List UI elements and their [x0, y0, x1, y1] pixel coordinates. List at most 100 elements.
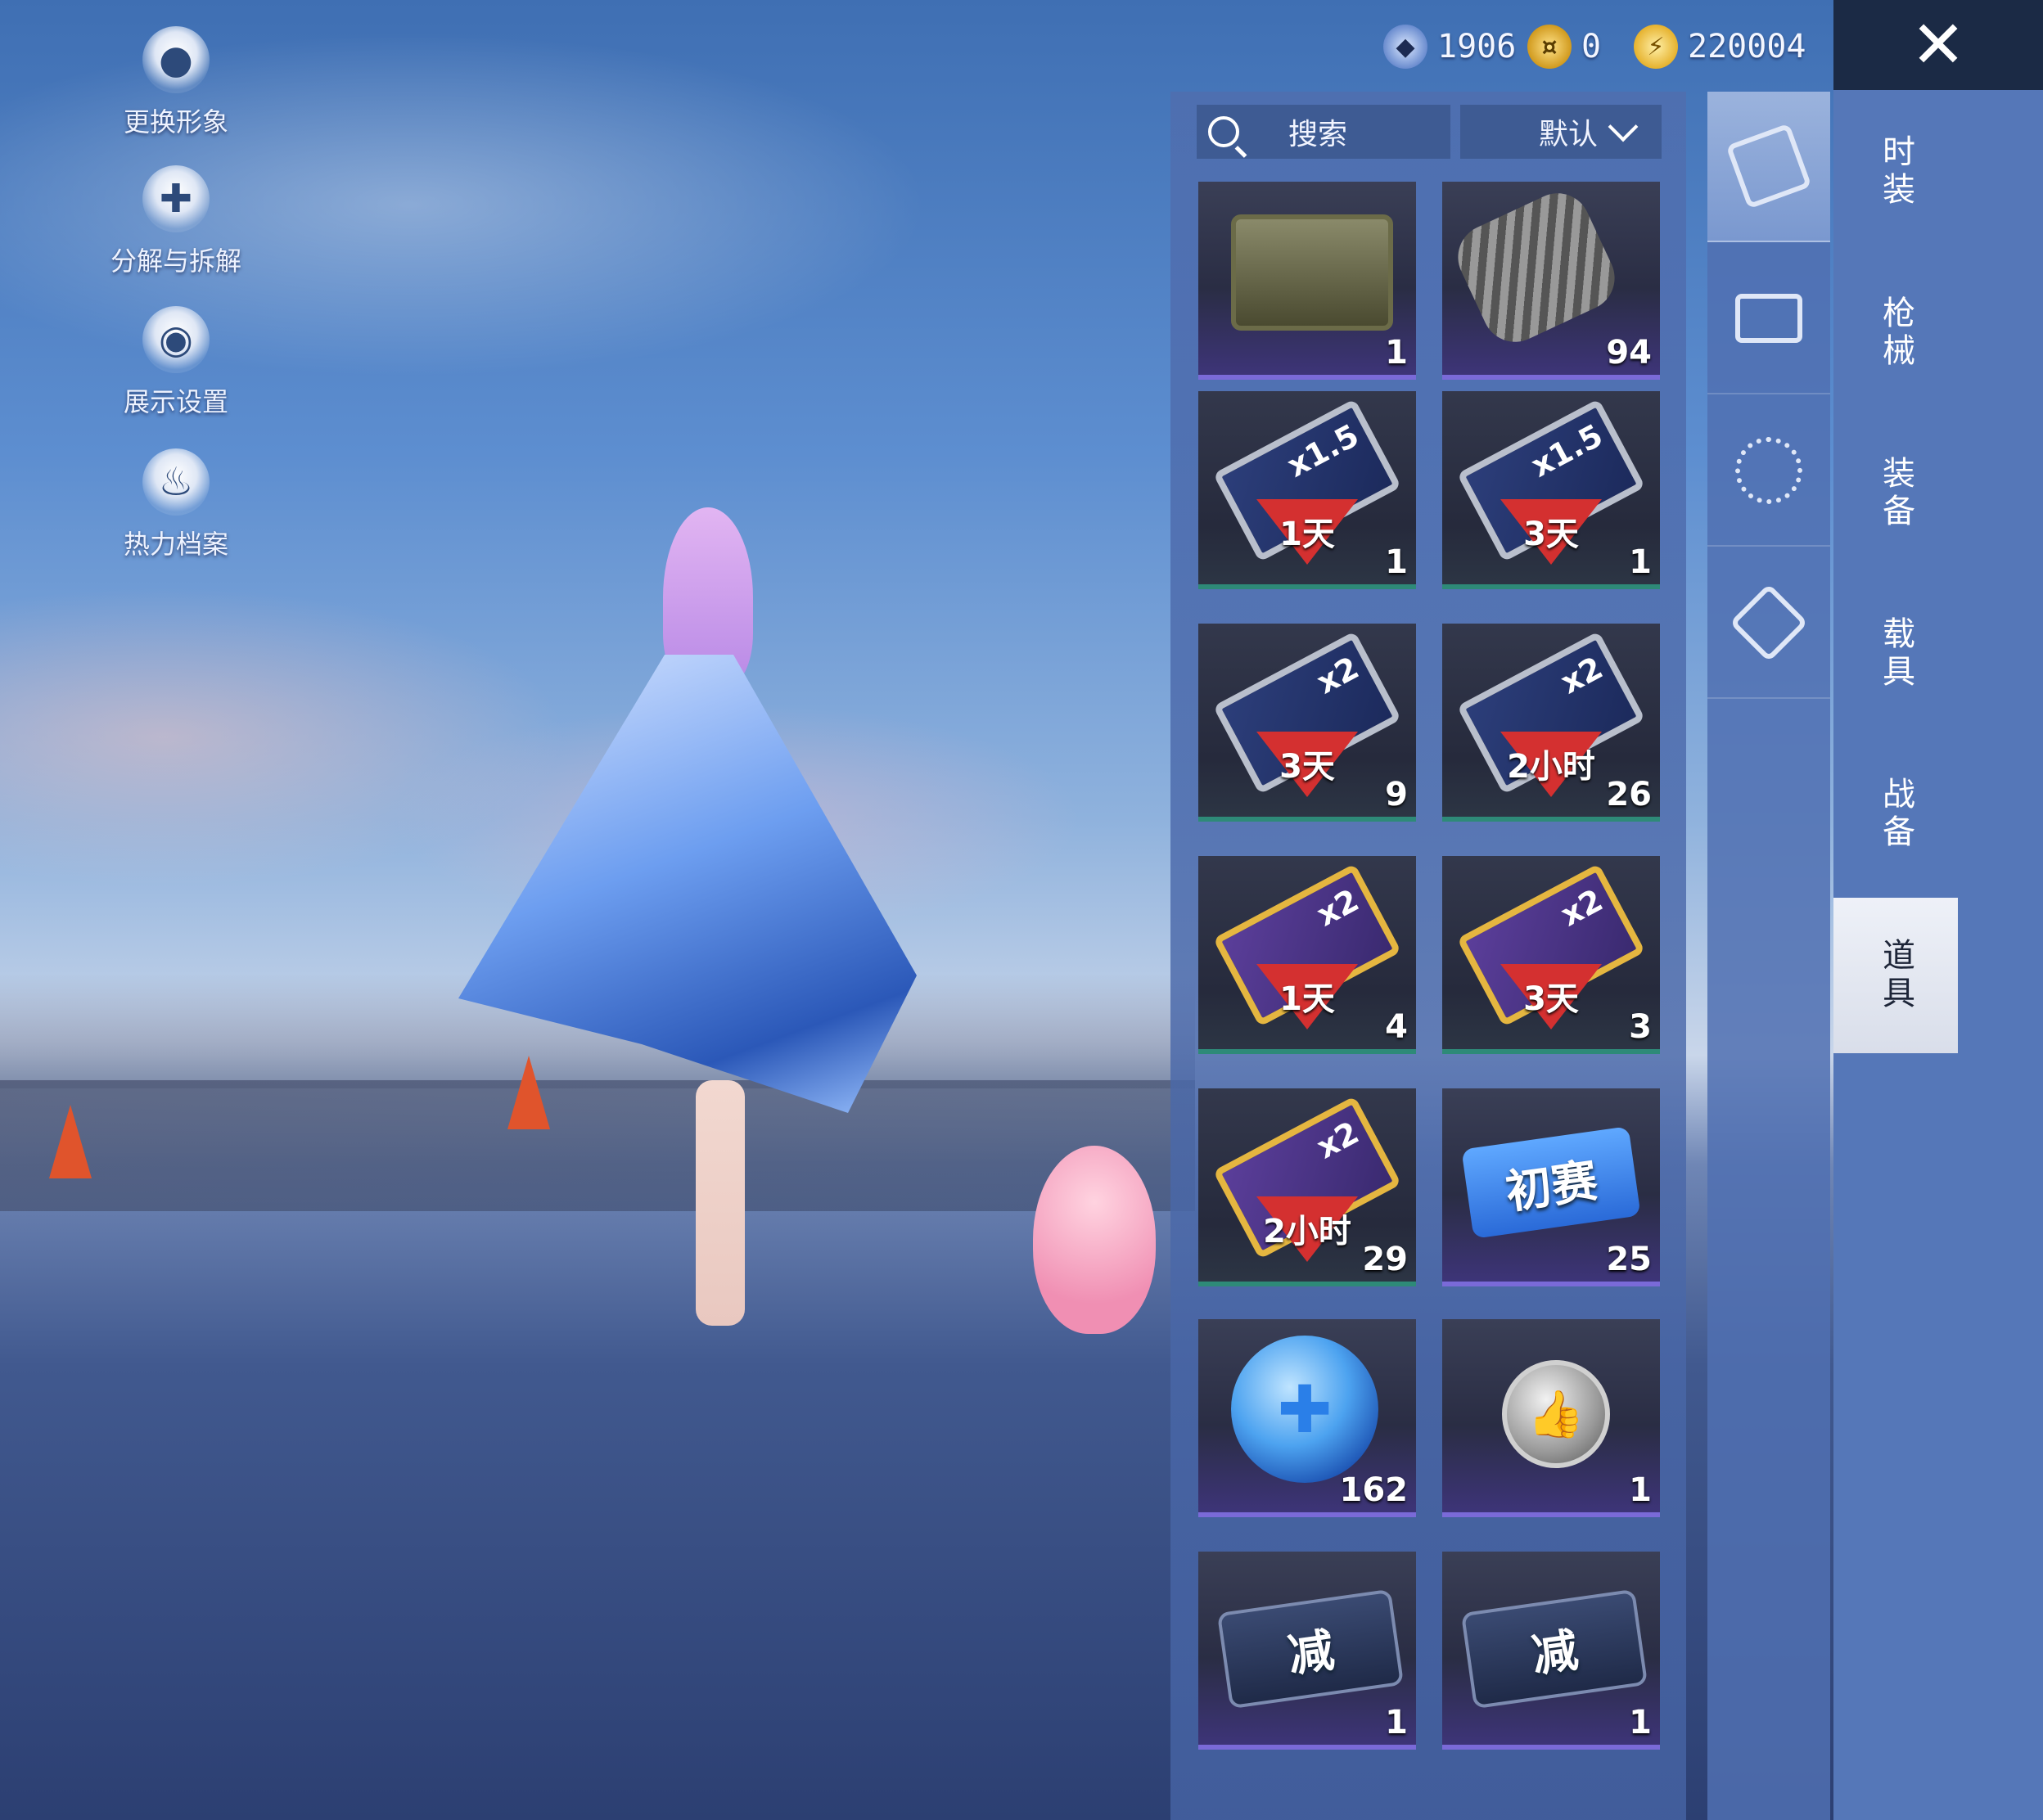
- item-count: 1: [1629, 543, 1652, 581]
- item-count: 29: [1362, 1241, 1408, 1278]
- tab-label: 时装: [1877, 134, 1914, 209]
- item-count: 25: [1606, 1241, 1652, 1278]
- category-firework[interactable]: [1707, 396, 1830, 547]
- multiplier: x2: [1554, 649, 1609, 701]
- tab-combat-prep[interactable]: 战备: [1833, 737, 1958, 892]
- inventory-item-coin-card[interactable]: x2 3天 3: [1442, 856, 1660, 1054]
- tab-label: 战备: [1877, 777, 1914, 852]
- tab-weapons[interactable]: 枪械: [1833, 255, 1958, 411]
- sort-dropdown[interactable]: 默认: [1460, 105, 1662, 159]
- side-menu-label: 更换形象: [123, 106, 228, 137]
- chest-icon: [1735, 294, 1802, 343]
- multiplier: x2: [1310, 881, 1365, 934]
- inventory-item-spring[interactable]: 94: [1442, 182, 1660, 380]
- traffic-cone-left: [49, 1105, 92, 1178]
- category-chest[interactable]: [1707, 244, 1830, 394]
- close-button[interactable]: ✕: [1833, 0, 2043, 90]
- tab-vehicles[interactable]: 载具: [1833, 576, 1958, 732]
- multiplier: x2: [1554, 881, 1609, 934]
- duration-label: 3天: [1279, 747, 1335, 786]
- eye-icon: ◉: [142, 306, 210, 373]
- inventory-item-coin-card[interactable]: x2 1天 4: [1198, 856, 1416, 1054]
- player-character[interactable]: [458, 491, 917, 1342]
- inventory-item-ticket[interactable]: 初赛 25: [1442, 1088, 1660, 1286]
- item-count: 3: [1629, 1008, 1652, 1046]
- multiplier: x1.5: [1281, 417, 1365, 484]
- change-appearance-button[interactable]: ● 更换形象: [90, 26, 262, 139]
- side-menu-label: 分解与拆解: [110, 246, 241, 277]
- inventory-item-exp-card[interactable]: x1.5 1天 1: [1198, 391, 1416, 589]
- flame-icon: ♨: [142, 448, 210, 516]
- side-menu-label: 展示设置: [123, 386, 228, 417]
- currency-gold: ¤ 0: [1527, 18, 1601, 75]
- currency-value: 220004: [1688, 28, 1806, 65]
- item-count: 1: [1629, 1471, 1652, 1509]
- duration-label: 3天: [1523, 980, 1579, 1018]
- inventory-item-exp-card[interactable]: x1.5 3天 1: [1442, 391, 1660, 589]
- currency-value: 0: [1581, 28, 1602, 65]
- heat-profile-button[interactable]: ♨ 热力档案: [90, 448, 262, 561]
- multiplier: x2: [1310, 649, 1365, 701]
- inventory-item-exp-card[interactable]: x2 2小时 26: [1442, 624, 1660, 822]
- character-legs: [696, 1080, 745, 1326]
- tab-equipment[interactable]: 装备: [1833, 416, 1958, 571]
- currency-lightning: ⚡ 220004: [1634, 18, 1806, 75]
- item-count: 26: [1606, 776, 1652, 813]
- tab-items[interactable]: 道具: [1833, 898, 1958, 1053]
- decompose-button[interactable]: ✚ 分解与拆解: [90, 165, 262, 278]
- avatar-icon: ●: [142, 26, 210, 93]
- close-icon: ✕: [1910, 7, 1966, 83]
- item-count: 94: [1606, 334, 1652, 372]
- thumbs-up-icon: 👍: [1502, 1360, 1610, 1468]
- duration-label: 1天: [1279, 515, 1335, 553]
- multiplier: x1.5: [1525, 417, 1609, 484]
- category-tag[interactable]: [1707, 548, 1830, 699]
- diamond-tag-icon: [1729, 583, 1809, 663]
- pet-companion[interactable]: [1033, 1146, 1156, 1334]
- inventory-item-discount-ticket[interactable]: 减 1: [1198, 1552, 1416, 1750]
- duration-label: 1天: [1279, 980, 1335, 1018]
- tab-label: 枪械: [1877, 295, 1914, 371]
- gold-coin-icon: ¤: [1527, 25, 1572, 69]
- inventory-item-exp-card[interactable]: x2 3天 9: [1198, 624, 1416, 822]
- spring-icon: [1447, 182, 1626, 353]
- search-label: 搜索: [1288, 118, 1348, 151]
- category-card[interactable]: [1707, 92, 1830, 242]
- item-count: 162: [1339, 1471, 1409, 1509]
- display-settings-button[interactable]: ◉ 展示设置: [90, 306, 262, 419]
- crate-icon: [1231, 214, 1393, 331]
- lightning-coin-icon: ⚡: [1634, 25, 1678, 69]
- medal-icon: ◆: [1383, 25, 1427, 69]
- tab-fashion[interactable]: 时装: [1833, 94, 1958, 250]
- sort-label: 默认: [1538, 118, 1598, 151]
- firework-icon: [1735, 437, 1802, 504]
- inventory-item-badge[interactable]: 👍 1: [1442, 1319, 1660, 1517]
- inventory-item-orb[interactable]: ✚ 162: [1198, 1319, 1416, 1517]
- item-count: 4: [1385, 1008, 1408, 1046]
- currency-medal: ◆ 1906: [1383, 18, 1516, 75]
- inventory-item-crate[interactable]: 1: [1198, 182, 1416, 380]
- card-icon: [1725, 123, 1812, 209]
- item-count: 1: [1385, 1704, 1408, 1741]
- ticket-icon: 初赛: [1461, 1126, 1641, 1239]
- item-count: 1: [1385, 334, 1408, 372]
- discount-ticket-icon: 减: [1216, 1588, 1405, 1710]
- chevron-down-icon: [1608, 111, 1639, 142]
- item-count: 9: [1385, 776, 1408, 813]
- item-count: 1: [1629, 1704, 1652, 1741]
- inventory-item-coin-card[interactable]: x2 2小时 29: [1198, 1088, 1416, 1286]
- tab-label: 道具: [1877, 938, 1914, 1013]
- inventory-item-discount-ticket[interactable]: 减 1: [1442, 1552, 1660, 1750]
- search-input[interactable]: 搜索: [1197, 105, 1450, 159]
- side-menu-label: 热力档案: [123, 529, 228, 560]
- item-count: 1: [1385, 543, 1408, 581]
- multiplier: x2: [1310, 1114, 1365, 1166]
- search-icon: [1208, 116, 1239, 147]
- character-dress: [458, 655, 917, 1113]
- currency-value: 1906: [1437, 28, 1517, 65]
- puzzle-icon: ✚: [142, 165, 210, 232]
- puzzle-orb-icon: ✚: [1231, 1336, 1378, 1483]
- tab-label: 装备: [1877, 456, 1914, 531]
- duration-label: 3天: [1523, 515, 1579, 553]
- discount-ticket-icon: 减: [1460, 1588, 1648, 1710]
